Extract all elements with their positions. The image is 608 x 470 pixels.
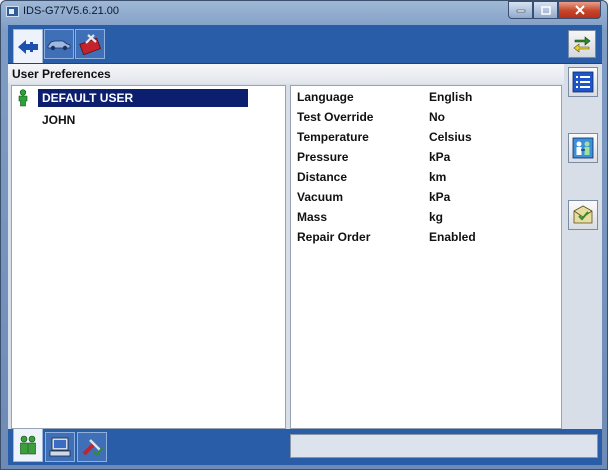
preference-value: English — [429, 90, 473, 104]
preference-value: kPa — [429, 190, 451, 204]
tab-toolbox[interactable] — [75, 29, 105, 59]
connector-arrow-icon — [18, 39, 38, 54]
user-transfer-icon — [572, 137, 594, 159]
toolbox-icon — [79, 34, 102, 55]
computer-settings-icon — [49, 437, 71, 457]
close-icon — [574, 5, 585, 15]
preference-row: Temperature Celsius — [297, 130, 472, 148]
preference-row: Distance km — [297, 170, 446, 188]
swap-button[interactable] — [568, 30, 596, 58]
user-name: JOHN — [42, 113, 76, 127]
close-button[interactable] — [558, 1, 601, 19]
list-icon — [572, 71, 594, 93]
user-transfer-button[interactable] — [568, 133, 598, 163]
app-icon — [6, 6, 19, 17]
top-toolbar — [8, 25, 602, 64]
minimize-icon — [516, 9, 525, 13]
preference-name: Test Override — [297, 110, 374, 124]
title-bar: IDS-G77V5.6.21.00 — [1, 1, 607, 23]
bottom-toolbar — [8, 429, 602, 465]
user-name: DEFAULT USER — [38, 89, 248, 107]
preference-name: Mass — [297, 210, 328, 224]
preferences-panel: Language English Test Override No Temper… — [290, 85, 562, 429]
status-bar — [290, 434, 598, 458]
tab-vehicle[interactable] — [44, 29, 74, 59]
preference-name: Vacuum — [297, 190, 344, 204]
preference-name: Repair Order — [297, 230, 371, 244]
user-list-item[interactable]: DEFAULT USER — [16, 88, 248, 108]
envelope-check-icon — [573, 205, 593, 224]
vehicle-icon — [47, 40, 71, 51]
preference-row: Vacuum kPa — [297, 190, 450, 208]
tab-users[interactable] — [13, 429, 43, 462]
client-area: User Preferences DEFAULT USER JOHN Langu… — [8, 25, 602, 465]
preference-row: Repair Order Enabled — [297, 230, 476, 248]
preference-row: Language English — [297, 90, 472, 108]
list-button[interactable] — [568, 67, 598, 97]
tab-connector[interactable] — [13, 29, 43, 63]
preference-row: Pressure kPa — [297, 150, 450, 168]
preference-name: Language — [297, 90, 354, 104]
tools-check-icon — [82, 439, 103, 457]
preference-name: Distance — [297, 170, 348, 184]
tab-tools-check[interactable] — [77, 432, 107, 462]
section-header: User Preferences — [8, 64, 564, 84]
preference-name: Pressure — [297, 150, 349, 164]
page-title: User Preferences — [12, 67, 111, 81]
window-controls — [508, 1, 601, 19]
preference-row: Test Override No — [297, 110, 445, 128]
maximize-icon — [540, 5, 551, 15]
preference-value: Enabled — [429, 230, 476, 244]
preference-value: kPa — [429, 150, 451, 164]
preference-value: kg — [429, 210, 444, 224]
app-window: IDS-G77V5.6.21.00 User Preferences DEFAU… — [0, 0, 608, 470]
preference-value: Celsius — [429, 130, 472, 144]
user-list-item[interactable]: JOHN — [16, 110, 79, 130]
users-icon — [20, 435, 36, 455]
maximize-button[interactable] — [533, 1, 558, 19]
preference-value: km — [429, 170, 447, 184]
user-list-panel: DEFAULT USER JOHN — [11, 85, 286, 429]
preference-name: Temperature — [297, 130, 369, 144]
envelope-check-button[interactable] — [568, 200, 598, 230]
minimize-button[interactable] — [508, 1, 533, 19]
preference-row: Mass kg — [297, 210, 443, 228]
preference-value: No — [429, 110, 445, 124]
user-icon — [16, 89, 30, 107]
swap-arrows-icon — [573, 36, 591, 53]
tab-computer-settings[interactable] — [45, 432, 75, 462]
window-title: IDS-G77V5.6.21.00 — [23, 5, 120, 17]
